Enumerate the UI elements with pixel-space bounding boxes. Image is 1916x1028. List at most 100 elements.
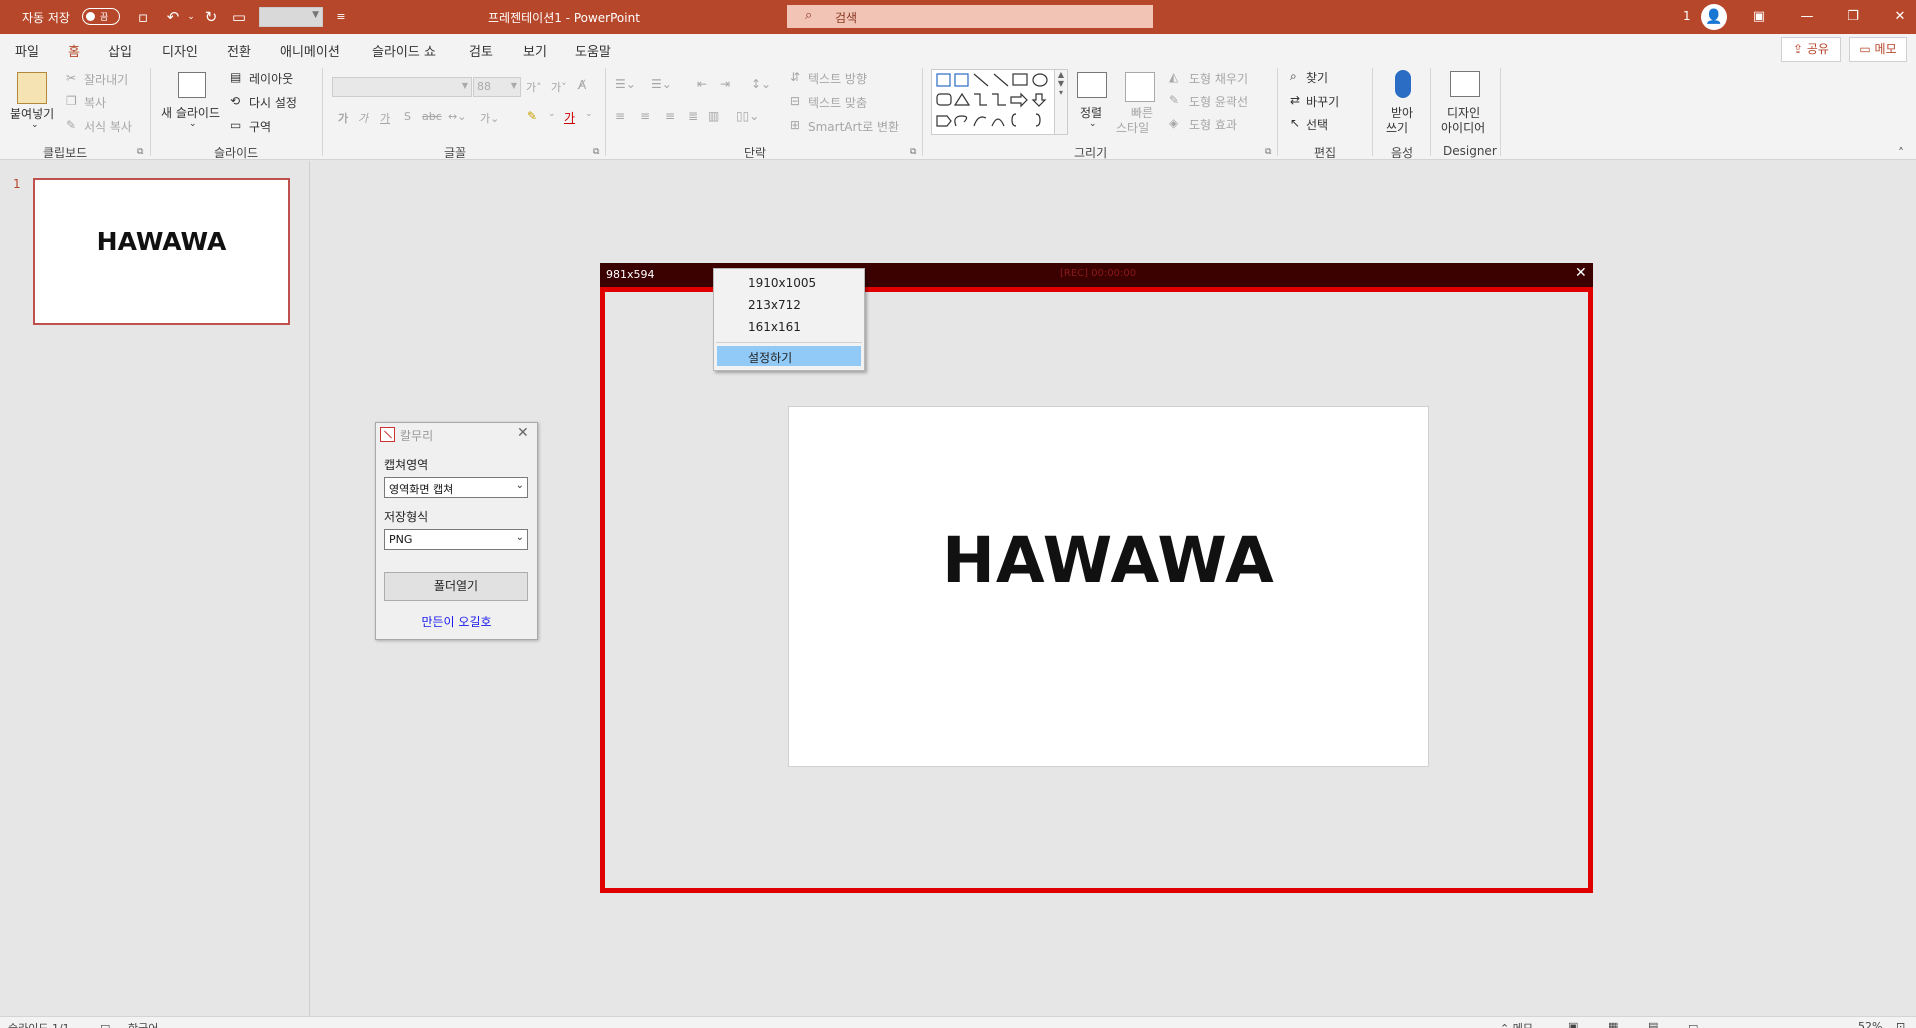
comments-button[interactable]: ▭ 메모: [1849, 37, 1907, 62]
slide-sorter-icon[interactable]: ▦: [1608, 1020, 1618, 1028]
tab-file[interactable]: 파일: [15, 41, 39, 60]
numbering-icon[interactable]: ☰⌄: [651, 77, 672, 91]
restore-icon[interactable]: ❐: [1842, 7, 1864, 27]
tab-transitions[interactable]: 전환: [227, 41, 251, 60]
slide-thumbnail[interactable]: HAWAWA: [33, 178, 290, 325]
bold-icon[interactable]: 가: [338, 110, 348, 126]
new-slide-icon[interactable]: [178, 72, 206, 98]
quick-access-font-box[interactable]: ▼: [259, 7, 323, 27]
columns-icon[interactable]: ▯▯⌄: [736, 109, 759, 123]
section-icon[interactable]: ▭: [230, 118, 241, 132]
shapes-gallery[interactable]: [931, 69, 1059, 135]
present-icon[interactable]: ▭: [229, 7, 249, 27]
tab-home[interactable]: 홈: [68, 41, 80, 67]
shape-outline-button[interactable]: 도형 윤곽선: [1189, 93, 1248, 110]
copy-button[interactable]: 복사: [84, 94, 106, 111]
format-painter-button[interactable]: 서식 복사: [84, 118, 132, 135]
grow-font-icon[interactable]: 가˄: [526, 79, 542, 95]
distributed-icon[interactable]: ▥: [708, 109, 719, 123]
quick-styles-line2[interactable]: 스타일: [1116, 119, 1149, 136]
layout-icon[interactable]: ▤: [230, 70, 241, 84]
menu-item-size-3[interactable]: 161x161: [748, 320, 801, 334]
justify-icon[interactable]: ≣: [688, 109, 698, 123]
save-format-select[interactable]: PNG ⌄: [384, 529, 528, 550]
close-window-icon[interactable]: ✕: [1889, 7, 1911, 27]
collapse-ribbon-icon[interactable]: ˄: [1898, 146, 1904, 160]
format-painter-icon[interactable]: ✎: [66, 118, 76, 132]
close-icon[interactable]: ✕: [1575, 265, 1587, 281]
highlight-dropdown-icon[interactable]: ⌄: [548, 109, 556, 119]
author-link[interactable]: 만든이 오길호: [376, 613, 537, 630]
arrange-icon[interactable]: [1077, 72, 1107, 98]
replace-icon[interactable]: ⇄: [1290, 93, 1300, 107]
quick-styles-icon[interactable]: [1125, 72, 1155, 102]
undo-dropdown-icon[interactable]: ⌄: [181, 7, 201, 27]
align-right-icon[interactable]: ≡: [665, 109, 675, 123]
clipboard-launcher-icon[interactable]: ⧉: [137, 147, 143, 157]
highlight-color-icon[interactable]: ✎: [527, 109, 537, 123]
customize-toolbar-icon[interactable]: ≡: [331, 7, 351, 27]
increase-indent-icon[interactable]: ⇥: [720, 77, 730, 91]
paragraph-launcher-icon[interactable]: ⧉: [910, 147, 916, 157]
shapes-gallery-scroll[interactable]: ▲ ▼ ▾: [1054, 69, 1068, 135]
design-ideas-icon[interactable]: [1450, 71, 1480, 97]
slideshow-view-icon[interactable]: ▭: [1688, 1020, 1698, 1028]
fit-slide-icon[interactable]: ⊡: [1896, 1020, 1905, 1028]
reading-view-icon[interactable]: ▤: [1648, 1020, 1658, 1028]
align-left-icon[interactable]: ≡: [615, 109, 625, 123]
strikethrough-icon[interactable]: abc: [422, 110, 442, 123]
reset-button[interactable]: 다시 설정: [249, 94, 297, 111]
language-indicator[interactable]: 한국어: [128, 1020, 158, 1028]
select-icon[interactable]: ↖: [1290, 116, 1300, 130]
tab-review[interactable]: 검토: [469, 41, 493, 60]
slide-canvas[interactable]: HAWAWA: [788, 406, 1429, 767]
layout-button[interactable]: 레이아웃: [249, 70, 293, 87]
menu-item-size-1[interactable]: 1910x1005: [748, 276, 816, 290]
normal-view-icon[interactable]: ▣: [1568, 1020, 1578, 1028]
menu-item-size-2[interactable]: 213x712: [748, 298, 801, 312]
shape-effects-button[interactable]: 도형 효과: [1189, 116, 1237, 133]
align-text-button[interactable]: 텍스트 맞춤: [808, 94, 867, 111]
new-slide-dropdown-icon[interactable]: ⌄: [189, 119, 197, 129]
capture-area-select[interactable]: 영역화면 캡쳐 ⌄: [384, 477, 528, 498]
underline-icon[interactable]: 가: [380, 110, 390, 126]
menu-item-settings[interactable]: 설정하기: [717, 346, 861, 366]
bullets-icon[interactable]: ☰⌄: [615, 77, 636, 91]
undo-icon[interactable]: ↶: [163, 7, 183, 27]
section-button[interactable]: 구역: [249, 118, 271, 135]
shrink-font-icon[interactable]: 가˅: [551, 79, 567, 95]
save-icon[interactable]: ▫: [133, 7, 153, 27]
tab-view[interactable]: 보기: [523, 41, 547, 60]
text-direction-button[interactable]: 텍스트 방향: [808, 70, 867, 87]
tab-animations[interactable]: 애니메이션: [280, 41, 340, 60]
shape-fill-button[interactable]: 도형 채우기: [1189, 70, 1248, 87]
arrange-dropdown-icon[interactable]: ⌄: [1089, 119, 1097, 129]
smartart-icon[interactable]: ⊞: [790, 118, 800, 132]
font-color-dropdown-icon[interactable]: ⌄: [585, 109, 593, 119]
microphone-icon[interactable]: [1395, 70, 1411, 98]
cut-button[interactable]: 잘라내기: [84, 71, 128, 88]
shadow-icon[interactable]: S: [404, 110, 411, 123]
decrease-indent-icon[interactable]: ⇤: [697, 77, 707, 91]
tab-design[interactable]: 디자인: [162, 41, 198, 60]
font-launcher-icon[interactable]: ⧉: [593, 147, 599, 157]
paste-icon[interactable]: [17, 72, 47, 104]
drawing-launcher-icon[interactable]: ⧉: [1265, 147, 1271, 157]
minimize-icon[interactable]: —: [1796, 7, 1818, 27]
char-spacing-icon[interactable]: ↔⌄: [448, 110, 466, 123]
redo-icon[interactable]: ↻: [201, 7, 221, 27]
ribbon-display-icon[interactable]: ▣: [1748, 7, 1770, 27]
align-center-icon[interactable]: ≡: [640, 109, 650, 123]
open-folder-button[interactable]: 폴더열기: [384, 572, 528, 601]
shape-fill-icon[interactable]: ◭: [1169, 70, 1178, 84]
autosave-toggle[interactable]: 끔: [82, 8, 120, 25]
slide-title-text[interactable]: HAWAWA: [789, 524, 1428, 597]
clear-format-icon[interactable]: A̸: [578, 78, 586, 92]
cut-icon[interactable]: ✂: [66, 71, 76, 85]
replace-button[interactable]: 바꾸기: [1306, 93, 1339, 110]
design-ideas-line2[interactable]: 아이디어: [1441, 119, 1485, 136]
zoom-level[interactable]: 52%: [1858, 1020, 1882, 1028]
line-spacing-icon[interactable]: ↕⌄: [751, 77, 771, 91]
accessibility-icon[interactable]: ▭: [100, 1020, 110, 1028]
smartart-button[interactable]: SmartArt로 변환: [808, 118, 899, 135]
